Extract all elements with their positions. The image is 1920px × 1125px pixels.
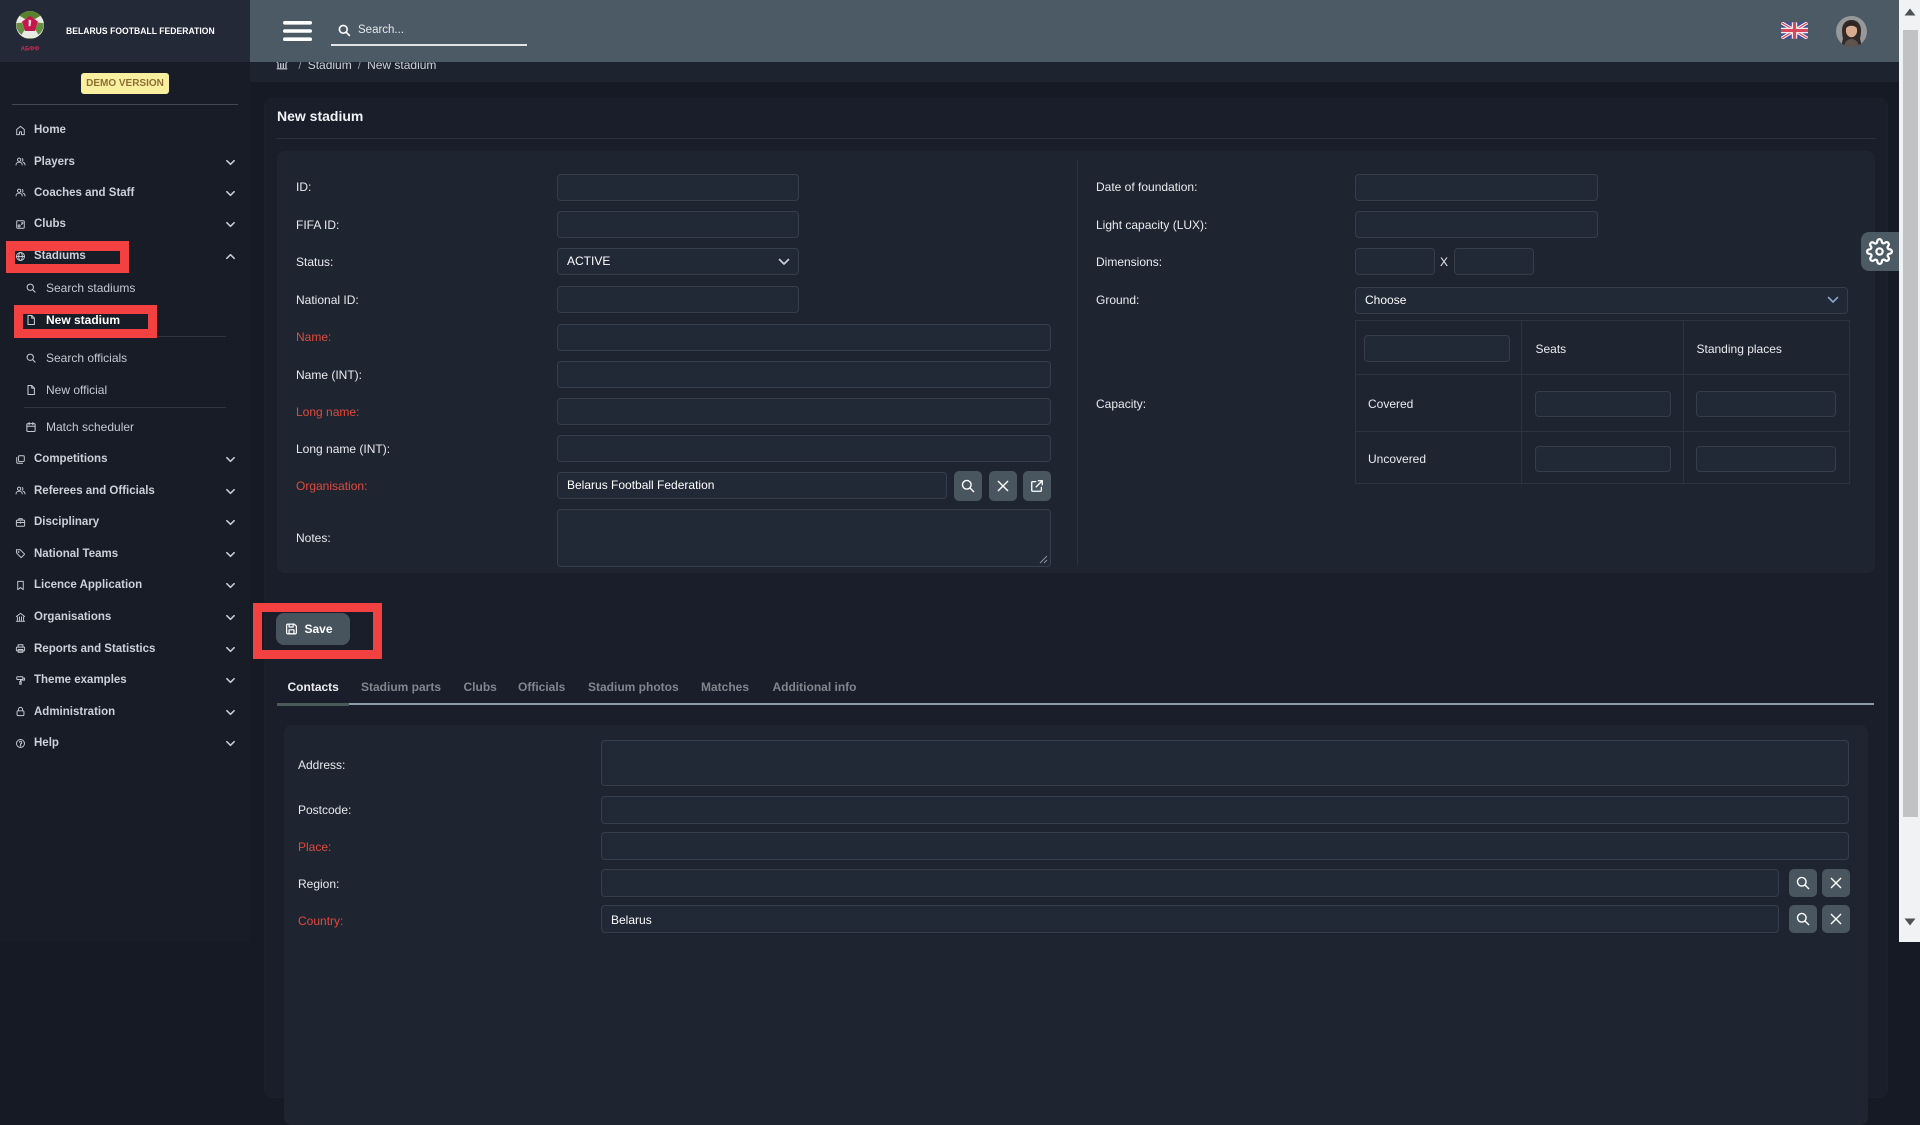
svg-text:АБФФ: АБФФ (21, 47, 40, 53)
